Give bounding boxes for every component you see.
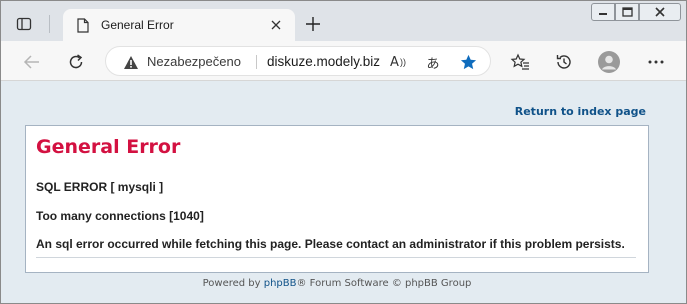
minimize-button[interactable] [591, 3, 615, 21]
error-detail-line: Too many connections [1040] [36, 209, 204, 223]
return-to-index-link[interactable]: Return to index page [515, 105, 646, 118]
close-icon [655, 7, 665, 17]
plus-icon [306, 17, 320, 31]
address-separator [256, 55, 257, 69]
tab-bar: General Error [1, 1, 686, 41]
translate-button[interactable]: あ [422, 52, 444, 72]
maximize-button[interactable] [615, 3, 639, 21]
refresh-button[interactable] [63, 49, 89, 75]
tab-actions-button[interactable] [11, 11, 37, 37]
footer: Powered by phpBB® Forum Software © phpBB… [1, 278, 673, 289]
divider [36, 257, 636, 258]
footer-suffix: ® Forum Software © phpBB Group [296, 278, 472, 289]
tab-actions-icon [16, 17, 32, 31]
phpbb-link[interactable]: phpBB [264, 278, 297, 289]
error-panel: General Error SQL ERROR [ mysqli ] Too m… [25, 125, 649, 273]
error-heading: General Error [36, 136, 181, 158]
page-icon [75, 17, 91, 33]
more-icon [648, 60, 664, 64]
address-bar[interactable]: Nezabezpečeno diskuze.modely.biz A)) あ [105, 46, 491, 76]
favorites-list-icon [510, 53, 529, 70]
read-aloud-button[interactable]: A)) [387, 52, 409, 72]
tab-close-button[interactable] [267, 16, 285, 34]
security-status[interactable]: Nezabezpečeno [147, 54, 241, 70]
footer-prefix: Powered by [202, 278, 264, 289]
browser-window: General Error Nezabezpečeno diskuze.mode… [0, 0, 687, 304]
minimize-icon [599, 13, 607, 15]
translate-icon: あ [426, 56, 440, 72]
favorites-button[interactable] [507, 49, 533, 75]
refresh-icon [69, 54, 83, 69]
profile-button[interactable] [596, 49, 622, 75]
window-close-button[interactable] [639, 3, 681, 21]
sql-error-line: SQL ERROR [ mysqli ] [36, 180, 164, 194]
page-content: Return to index page General Error SQL E… [1, 82, 686, 303]
tab-general-error[interactable]: General Error [63, 9, 295, 41]
back-arrow-icon [23, 55, 39, 69]
maximize-icon [621, 7, 633, 17]
avatar-icon [598, 51, 620, 73]
history-icon [556, 55, 571, 69]
error-message-line: An sql error occurred while fetching thi… [36, 237, 625, 251]
browser-toolbar: Nezabezpečeno diskuze.modely.biz A)) あ [1, 41, 686, 81]
read-aloud-icon: A [390, 54, 399, 70]
star-filled-icon [460, 54, 476, 70]
new-tab-button[interactable] [301, 12, 325, 36]
tab-title: General Error [101, 18, 174, 32]
history-button[interactable] [551, 49, 577, 75]
more-options-button[interactable] [643, 49, 669, 75]
close-icon [271, 20, 281, 30]
favorite-button[interactable] [457, 52, 479, 72]
back-button[interactable] [19, 49, 45, 75]
tab-separator [49, 15, 50, 33]
url-text[interactable]: diskuze.modely.biz [267, 54, 380, 70]
warning-icon [122, 53, 140, 71]
